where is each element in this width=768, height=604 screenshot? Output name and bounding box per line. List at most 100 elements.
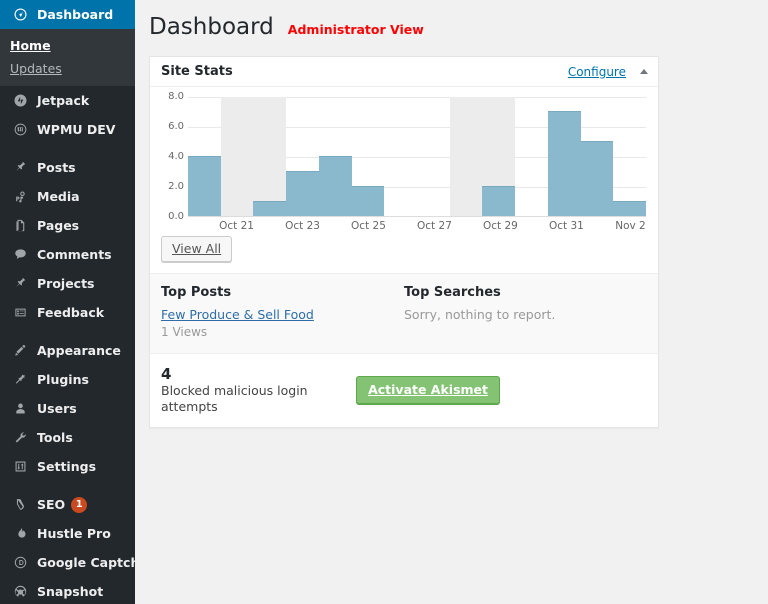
chart-x-tick: Nov 2 [615, 219, 646, 233]
sidebar-item-google-captcha[interactable]: Google Captcha [0, 548, 135, 577]
sidebar-item-label: Google Captcha [37, 548, 135, 577]
top-posts-column: Top Posts Few Produce & Sell Food 1 View… [161, 285, 404, 340]
chart-bar-slot [450, 97, 483, 216]
chart-y-tick: 2.0 [168, 182, 184, 192]
chart-y-tick: 6.0 [168, 122, 184, 132]
sidebar-item-posts[interactable]: Posts [0, 153, 135, 182]
chart-x-tick [188, 219, 219, 233]
top-searches-title: Top Searches [404, 285, 647, 300]
activate-akismet-button[interactable]: Activate Akismet [356, 376, 500, 404]
sidebar-item-dashboard[interactable]: Dashboard [0, 0, 135, 29]
chart-bar-slot [286, 97, 319, 216]
chart-x-tick [254, 219, 285, 233]
submenu-item-home[interactable]: Home [0, 34, 135, 57]
brush-icon [10, 343, 30, 358]
chart-bar[interactable] [482, 186, 515, 216]
sidebar-item-feedback[interactable]: Feedback [0, 298, 135, 327]
sidebar-item-jetpack[interactable]: Jetpack [0, 86, 135, 115]
sidebar-item-label: Posts [37, 153, 76, 182]
top-searches-column: Top Searches Sorry, nothing to report. [404, 285, 647, 340]
sidebar-item-media[interactable]: Media [0, 182, 135, 211]
top-posts-title: Top Posts [161, 285, 404, 300]
sidebar-item-label: SEO [37, 490, 65, 519]
chart-bar-slot [352, 97, 385, 216]
chart-y-tick: 0.0 [168, 212, 184, 222]
administrator-view-flag: Administrator View [288, 22, 424, 37]
comment-icon [10, 247, 30, 262]
chart-bar-slot [482, 97, 515, 216]
sidebar-item-comments[interactable]: Comments [0, 240, 135, 269]
chart-bar[interactable] [253, 201, 286, 216]
top-post-link[interactable]: Few Produce & Sell Food [161, 307, 404, 323]
menu-separator [0, 144, 135, 153]
sidebar-item-users[interactable]: Users [0, 394, 135, 423]
akismet-blocked-label: Blocked malicious login attempts [161, 383, 356, 415]
chart-x-tick: Oct 25 [351, 219, 386, 233]
chart-x-axis: Oct 21Oct 23Oct 25Oct 27Oct 29Oct 31Nov … [188, 219, 646, 233]
chart-x-tick [584, 219, 615, 233]
user-icon [10, 401, 30, 416]
wpmudev-icon [10, 122, 30, 137]
sidebar-item-label: Plugins [37, 365, 89, 394]
sidebar-item-seo[interactable]: SEO1 [0, 490, 135, 519]
view-all-button[interactable]: View All [161, 236, 232, 262]
chart-x-tick: Oct 21 [219, 219, 254, 233]
chart-bar[interactable] [286, 171, 319, 216]
plug-icon [10, 372, 30, 387]
page-header: Dashboard Administrator View [149, 8, 768, 56]
pages-icon [10, 218, 30, 233]
sidebar-item-label: Media [37, 182, 80, 211]
chart-x-tick [518, 219, 549, 233]
page-title: Dashboard [149, 13, 274, 42]
wrench-icon [10, 430, 30, 445]
chart-bar[interactable] [613, 201, 646, 216]
sidebar-item-plugins[interactable]: Plugins [0, 365, 135, 394]
chart-bar-slot [515, 97, 548, 216]
chart-x-tick [452, 219, 483, 233]
sidebar-item-tools[interactable]: Tools [0, 423, 135, 452]
chart-bar[interactable] [581, 141, 614, 216]
pin-icon [10, 160, 30, 175]
media-icon [10, 189, 30, 204]
panel-header: Site Stats Configure [150, 57, 658, 87]
configure-link[interactable]: Configure [568, 65, 626, 79]
dashboard-submenu: HomeUpdates [0, 29, 135, 86]
sidebar-item-label: Pages [37, 211, 79, 240]
akismet-section: 4 Blocked malicious login attempts Activ… [150, 353, 658, 427]
sidebar-item-label: Appearance [37, 336, 121, 365]
sidebar-item-wpmu-dev[interactable]: WPMU DEV [0, 115, 135, 144]
snapshot-icon [10, 584, 30, 599]
sidebar-item-label: Tools [37, 423, 73, 452]
chart-bar[interactable] [548, 111, 581, 216]
chart-bar[interactable] [352, 186, 385, 216]
dashboard-icon [10, 7, 30, 22]
submenu-item-updates[interactable]: Updates [0, 57, 135, 80]
chart-bar[interactable] [188, 156, 221, 216]
chart-bar-slot [548, 97, 581, 216]
sidebar-item-settings[interactable]: Settings [0, 452, 135, 481]
pin-icon [10, 276, 30, 291]
sidebar-item-label: Feedback [37, 298, 104, 327]
settings-icon [10, 459, 30, 474]
chart-y-axis: 0.02.04.06.08.0 [158, 97, 184, 217]
sidebar-item-snapshot[interactable]: Snapshot [0, 577, 135, 604]
sidebar-item-pages[interactable]: Pages [0, 211, 135, 240]
flame-icon [10, 526, 30, 541]
chart-x-tick: Oct 23 [285, 219, 320, 233]
akismet-blocked-count: 4 [161, 365, 356, 383]
sidebar-item-label: Settings [37, 452, 96, 481]
collapse-panel-toggle-icon[interactable] [640, 69, 648, 74]
sidebar-item-appearance[interactable]: Appearance [0, 336, 135, 365]
chart-bar-slot [581, 97, 614, 216]
sidebar-item-hustle-pro[interactable]: Hustle Pro [0, 519, 135, 548]
top-searches-empty-text: Sorry, nothing to report. [404, 307, 647, 323]
chart-bar[interactable] [319, 156, 352, 216]
sidebar-item-label: Comments [37, 240, 112, 269]
top-lists-section: Top Posts Few Produce & Sell Food 1 View… [150, 273, 658, 353]
main-content: Dashboard Administrator View Site Stats … [135, 0, 768, 604]
sidebar-item-projects[interactable]: Projects [0, 269, 135, 298]
feedback-icon [10, 305, 30, 320]
chart-plot-area [188, 97, 646, 217]
akismet-stat: 4 Blocked malicious login attempts [161, 365, 356, 415]
recaptcha-icon [10, 555, 30, 570]
